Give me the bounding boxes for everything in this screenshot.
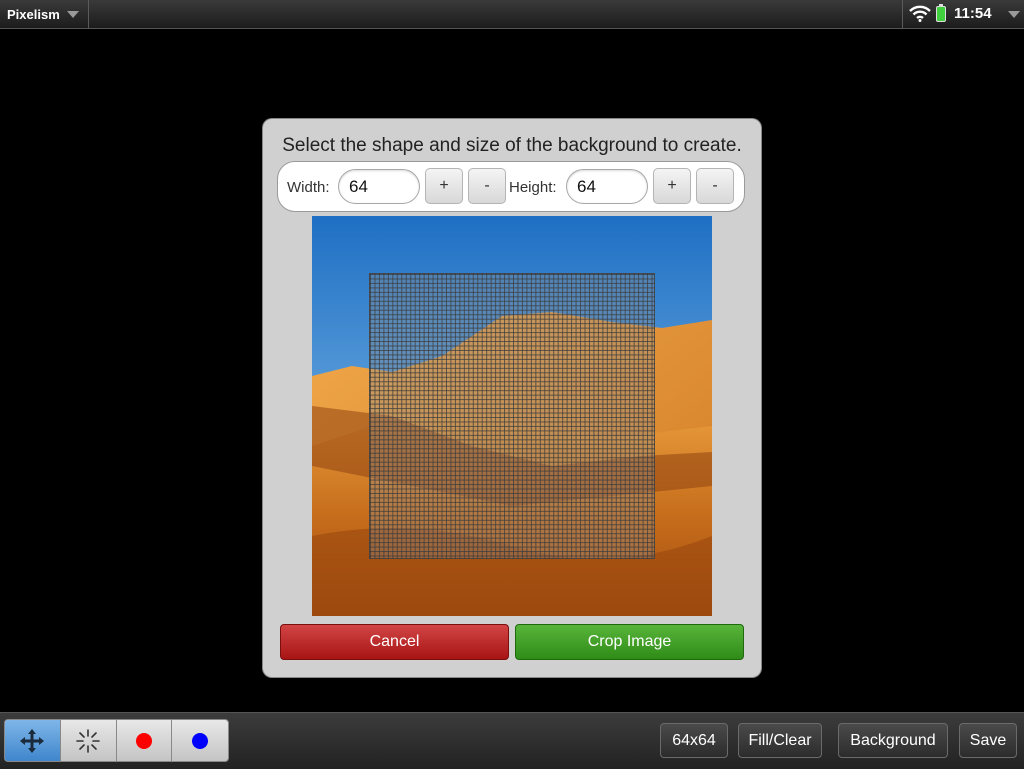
battery-icon bbox=[936, 4, 946, 22]
sparkle-icon bbox=[76, 728, 100, 753]
background-button[interactable]: Background bbox=[838, 723, 948, 758]
chevron-down-icon bbox=[67, 11, 79, 18]
app-title: Pixelism bbox=[7, 6, 60, 22]
cancel-button[interactable]: Cancel bbox=[280, 624, 509, 660]
bottom-toolbar: 64x64 Fill/Clear Background Save bbox=[0, 712, 1024, 769]
width-minus-button[interactable]: - bbox=[468, 168, 506, 204]
system-menu[interactable]: 11:54 bbox=[902, 0, 1024, 28]
width-input[interactable] bbox=[338, 169, 420, 204]
source-image bbox=[312, 216, 712, 616]
width-plus-button[interactable]: + bbox=[425, 168, 463, 204]
blue-color-button[interactable] bbox=[172, 720, 228, 761]
move-tool-button[interactable] bbox=[5, 720, 61, 761]
width-label: Width: bbox=[287, 179, 330, 196]
red-color-button[interactable] bbox=[117, 720, 173, 761]
chevron-down-icon bbox=[1008, 11, 1020, 18]
dialog-title: Select the shape and size of the backgro… bbox=[282, 135, 742, 156]
app-menu[interactable]: Pixelism bbox=[0, 0, 89, 28]
save-button[interactable]: Save bbox=[959, 723, 1017, 758]
size-controls: Width: + - Height: + - bbox=[277, 161, 745, 212]
blue-dot-icon bbox=[192, 732, 209, 749]
clock: 11:54 bbox=[954, 5, 992, 22]
crop-grid-overlay[interactable] bbox=[369, 273, 655, 559]
status-bar: Pixelism 11:54 bbox=[0, 0, 1024, 29]
red-dot-icon bbox=[135, 732, 152, 749]
crop-image-button[interactable]: Crop Image bbox=[515, 624, 744, 660]
size-button[interactable]: 64x64 bbox=[660, 723, 728, 758]
height-input[interactable] bbox=[566, 169, 648, 204]
tool-group bbox=[4, 719, 229, 762]
sparkle-tool-button[interactable] bbox=[61, 720, 117, 761]
height-minus-button[interactable]: - bbox=[696, 168, 734, 204]
create-background-dialog: Select the shape and size of the backgro… bbox=[263, 119, 761, 677]
fill-clear-button[interactable]: Fill/Clear bbox=[738, 723, 822, 758]
wifi-icon bbox=[909, 5, 931, 22]
move-icon bbox=[20, 728, 45, 753]
height-plus-button[interactable]: + bbox=[653, 168, 691, 204]
height-label: Height: bbox=[509, 179, 557, 196]
